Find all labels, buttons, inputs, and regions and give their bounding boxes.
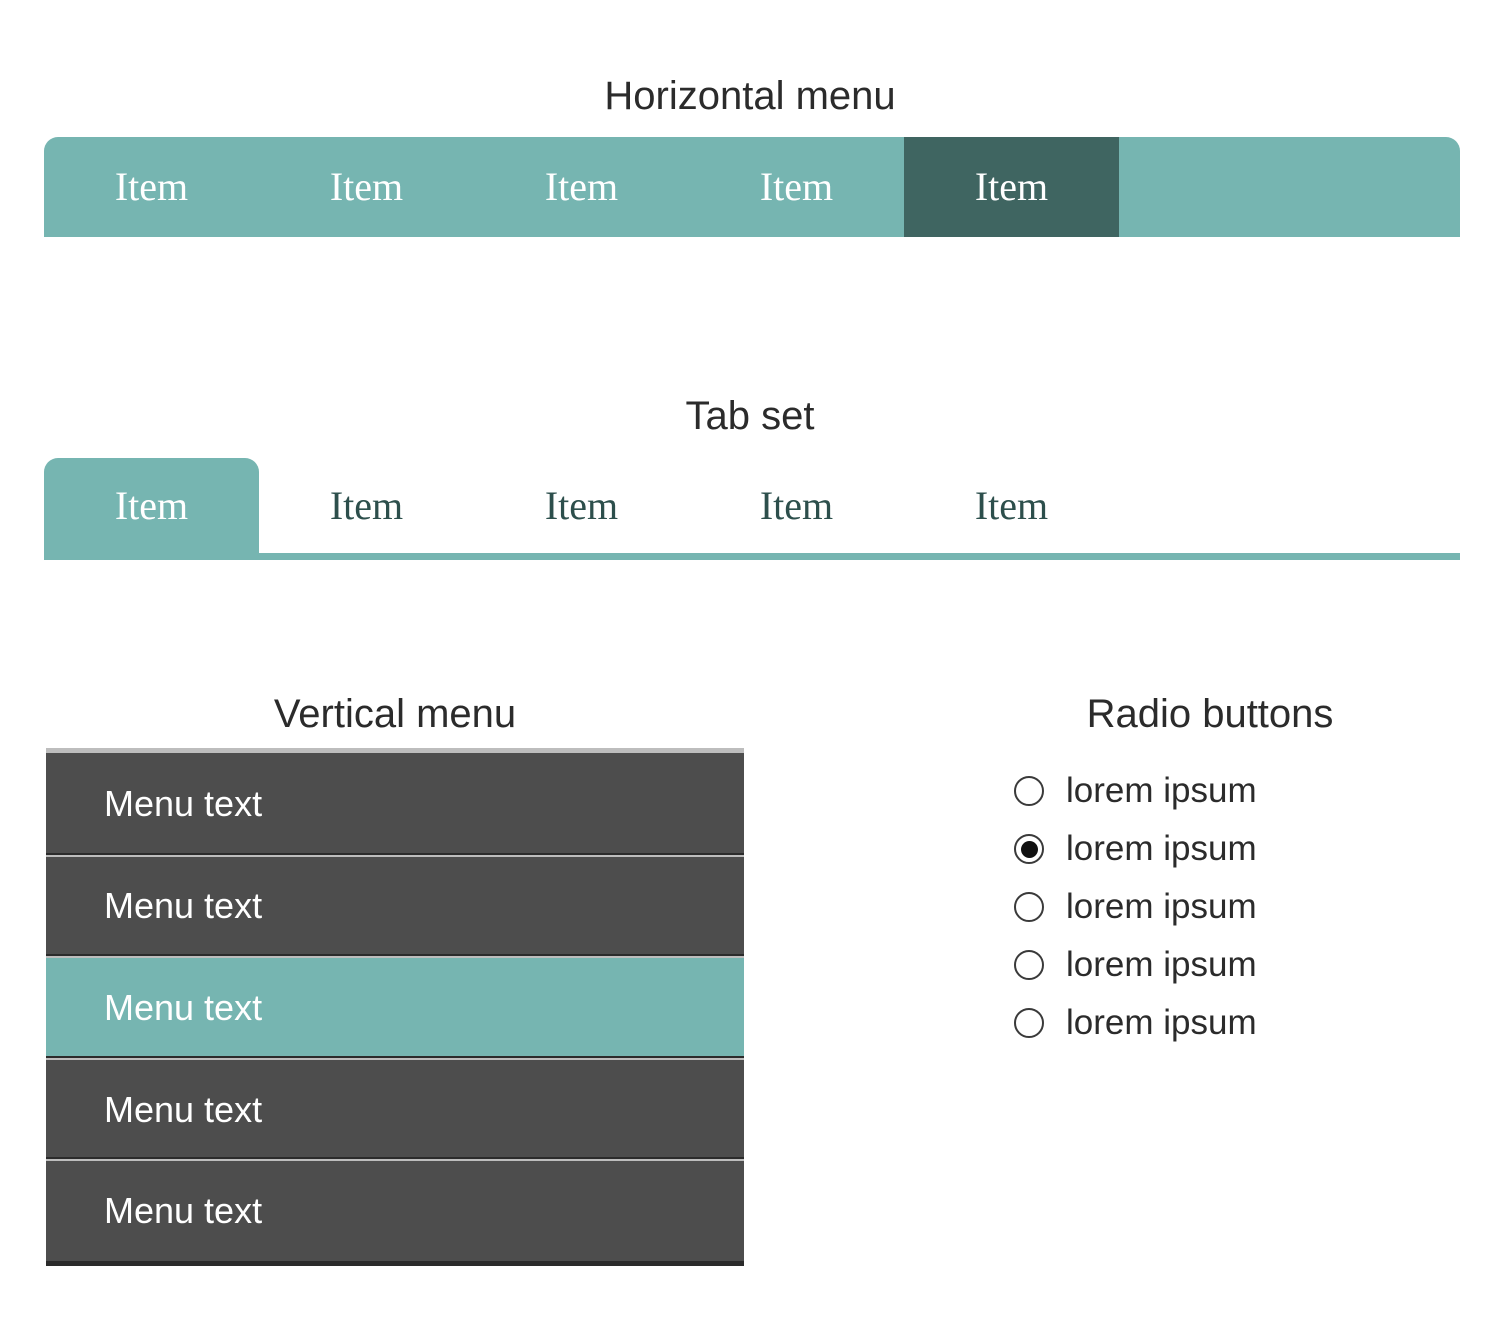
vertical-menu-item-4-label: Menu text bbox=[104, 1088, 263, 1130]
vertical-menu-item-4[interactable]: Menu text bbox=[46, 1055, 744, 1160]
horizontal-menu-item-1-label: Item bbox=[114, 164, 189, 209]
radio-row-1[interactable]: lorem ipsum bbox=[1014, 762, 1434, 820]
vertical-menu-item-3-label: Menu text bbox=[104, 986, 263, 1028]
vertical-menu-item-2[interactable]: Menu text bbox=[46, 852, 744, 957]
tab-set: Item Item Item Item Item bbox=[44, 458, 1460, 560]
radio-row-3[interactable]: lorem ipsum bbox=[1014, 878, 1434, 936]
radio-row-4[interactable]: lorem ipsum bbox=[1014, 936, 1434, 994]
tab-item-1-label: Item bbox=[114, 482, 189, 528]
horizontal-menu-item-4[interactable]: Item bbox=[689, 137, 904, 237]
vertical-menu-title: Vertical menu bbox=[273, 692, 517, 736]
horizontal-menu-item-2-label: Item bbox=[329, 164, 404, 209]
horizontal-menu-bar: Item Item Item Item Item bbox=[44, 137, 1460, 237]
horizontal-menu-item-5-active[interactable]: Item bbox=[904, 137, 1119, 237]
radio-checked-icon[interactable] bbox=[1014, 834, 1044, 864]
tab-item-1-active[interactable]: Item bbox=[44, 458, 259, 553]
tab-item-4[interactable]: Item bbox=[689, 458, 904, 553]
tab-item-2[interactable]: Item bbox=[259, 458, 474, 553]
tab-strip: Item Item Item Item Item bbox=[44, 458, 1119, 553]
vertical-menu-item-1[interactable]: Menu text bbox=[46, 753, 744, 855]
vertical-menu-item-5-label: Menu text bbox=[104, 1190, 263, 1232]
vertical-menu-item-2-label: Menu text bbox=[104, 885, 263, 927]
horizontal-menu-item-3-label: Item bbox=[544, 164, 619, 209]
horizontal-menu-item-3[interactable]: Item bbox=[474, 137, 689, 237]
horizontal-menu-title: Horizontal menu bbox=[604, 74, 896, 118]
radio-row-2-selected[interactable]: lorem ipsum bbox=[1014, 820, 1434, 878]
vertical-menu-panel: Menu text Menu text Menu text Menu text … bbox=[46, 748, 744, 1266]
tab-underline-divider bbox=[44, 553, 1460, 560]
vertical-menu-item-5[interactable]: Menu text bbox=[46, 1157, 744, 1261]
horizontal-menu-item-1[interactable]: Item bbox=[44, 137, 259, 237]
tab-item-5[interactable]: Item bbox=[904, 458, 1119, 553]
tab-item-3-label: Item bbox=[544, 482, 619, 528]
horizontal-menu-item-5-label: Item bbox=[974, 164, 1049, 209]
radio-row-2-label: lorem ipsum bbox=[1066, 829, 1257, 868]
radio-unchecked-icon[interactable] bbox=[1014, 950, 1044, 980]
radio-buttons-title: Radio buttons bbox=[1086, 692, 1334, 736]
radio-unchecked-icon[interactable] bbox=[1014, 892, 1044, 922]
horizontal-menu-item-2[interactable]: Item bbox=[259, 137, 474, 237]
radio-row-5-label: lorem ipsum bbox=[1066, 1003, 1257, 1042]
radio-row-4-label: lorem ipsum bbox=[1066, 945, 1257, 984]
tab-item-2-label: Item bbox=[329, 482, 404, 528]
radio-unchecked-icon[interactable] bbox=[1014, 1008, 1044, 1038]
tab-item-5-label: Item bbox=[974, 482, 1049, 528]
radio-row-5[interactable]: lorem ipsum bbox=[1014, 994, 1434, 1052]
horizontal-menu-item-4-label: Item bbox=[759, 164, 834, 209]
vertical-menu-item-3-active[interactable]: Menu text bbox=[46, 954, 744, 1058]
ui-mockup-canvas: Horizontal menu Item Item Item Item Item… bbox=[0, 0, 1500, 1320]
radio-row-3-label: lorem ipsum bbox=[1066, 887, 1257, 926]
vertical-menu-item-1-label: Menu text bbox=[104, 782, 263, 824]
tab-item-3[interactable]: Item bbox=[474, 458, 689, 553]
radio-button-group: lorem ipsum lorem ipsum lorem ipsum lore… bbox=[1014, 762, 1434, 1052]
tab-set-title: Tab set bbox=[685, 394, 815, 438]
radio-row-1-label: lorem ipsum bbox=[1066, 771, 1257, 810]
radio-unchecked-icon[interactable] bbox=[1014, 776, 1044, 806]
tab-item-4-label: Item bbox=[759, 482, 834, 528]
